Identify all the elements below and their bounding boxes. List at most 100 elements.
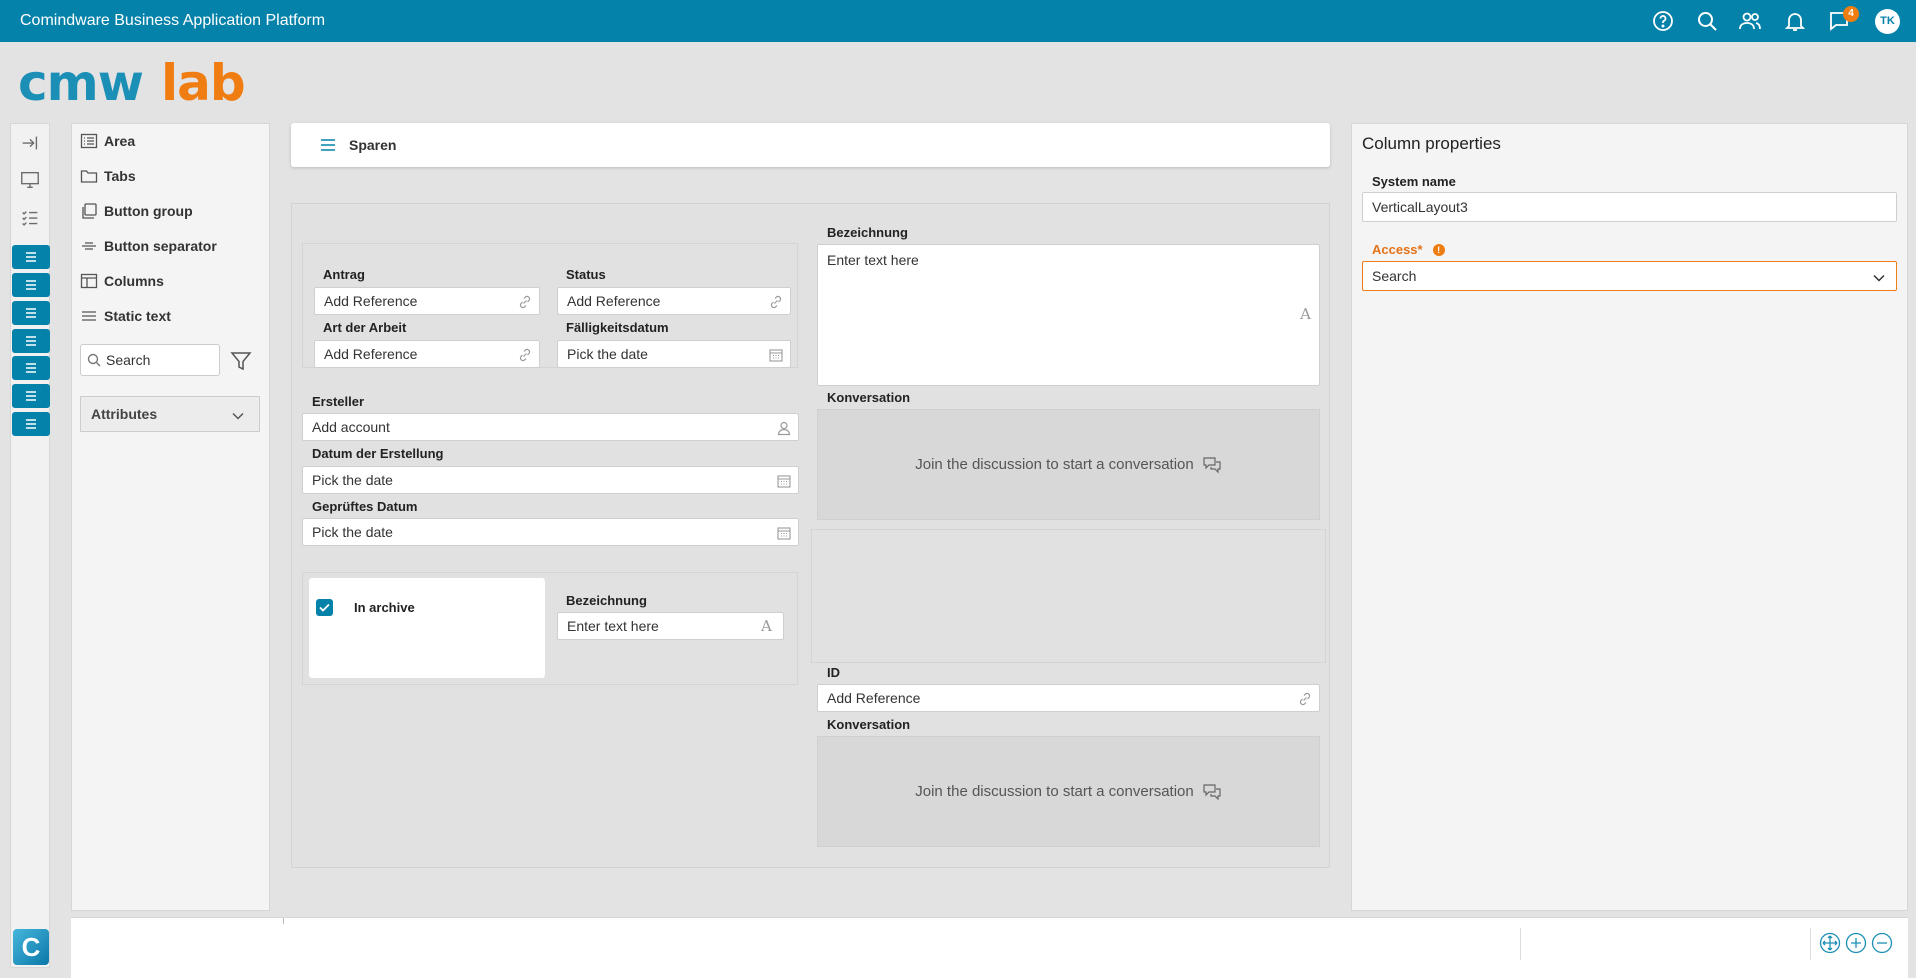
logo-lab: lab [160,54,246,112]
zoom-out-icon[interactable] [1871,932,1893,954]
users-icon[interactable] [1738,9,1762,33]
save-button[interactable]: Sparen [319,135,396,155]
conversation-panel-1[interactable]: Join the discussion to start a conversat… [817,409,1320,520]
top-bar: Comindware Business Application Platform… [0,0,1916,42]
form-canvas: Antrag Add Reference Status Add Referenc… [291,203,1330,868]
calendar-icon [776,525,792,541]
art-field[interactable]: Add Reference [314,340,540,368]
form-toolbar: Sparen [291,123,1330,167]
checklist-icon[interactable] [19,207,43,231]
conversation-1-text: Join the discussion to start a conversat… [915,456,1194,473]
palette-item-label: Button group [104,203,193,219]
copy-icon [82,203,97,219]
antrag-value: Add Reference [324,293,418,309]
chevron-down-icon [232,412,244,420]
in-archive-label: In archive [354,600,415,615]
text-a-icon: A [761,617,772,635]
bezeichnung-small-label: Bezeichnung [566,593,647,608]
palette-item-button-separator[interactable]: Button separator [80,233,217,259]
art-label: Art der Arbeit [323,320,407,335]
faellig-value: Pick the date [567,346,648,362]
bottom-bar [71,917,1908,978]
bezeichnung-large-textarea[interactable]: Enter text here A [817,244,1320,386]
conversation-panel-2[interactable]: Join the discussion to start a conversat… [817,736,1320,847]
calendar-icon [768,347,784,363]
rail-layout-button-4[interactable] [12,329,50,353]
search-icon[interactable] [1695,9,1719,33]
palette-item-area[interactable]: Area [80,128,135,154]
status-label: Status [566,267,606,282]
avatar[interactable]: TK [1875,9,1900,34]
conversation-2-text: Join the discussion to start a conversat… [915,783,1194,800]
rail-layout-button-1[interactable] [12,245,50,269]
geprueft-field[interactable]: Pick the date [302,518,799,546]
datum-erstellung-field[interactable]: Pick the date [302,466,799,494]
antrag-field[interactable]: Add Reference [314,287,540,315]
palette-search-input[interactable]: Search [80,344,220,376]
faellig-field[interactable]: Pick the date [557,340,791,368]
divider [1810,928,1811,960]
notification-badge: 4 [1843,6,1859,22]
palette-item-label: Area [104,133,136,149]
cmw-lab-logo: cmw lab [18,58,246,108]
rail-layout-button-7[interactable] [12,412,50,436]
palette-item-label: Tabs [104,168,136,184]
id-field[interactable]: Add Reference [817,684,1320,712]
left-rail: C [10,123,50,968]
palette-item-label: Button separator [104,238,217,254]
attributes-label: Attributes [91,406,158,422]
comindware-c-logo[interactable]: C [13,929,49,965]
palette-item-button-group[interactable]: Button group [80,198,193,224]
datum-erstellung-value: Pick the date [312,472,393,488]
link-icon [517,294,533,310]
rail-layout-button-6[interactable] [12,384,50,408]
folder-icon [80,170,98,183]
attributes-dropdown[interactable]: Attributes [80,396,260,432]
zoom-in-icon[interactable] [1845,932,1867,954]
antrag-label: Antrag [323,267,365,282]
ersteller-value: Add account [312,419,390,435]
separator-icon [82,242,96,250]
component-palette: Area Tabs Button group Button separator … [71,123,270,911]
rail-layout-button-5[interactable] [12,356,50,380]
empty-layout-area[interactable] [811,529,1326,663]
in-archive-checkbox[interactable] [316,599,333,616]
palette-item-columns[interactable]: Columns [80,268,164,294]
id-label: ID [827,665,840,680]
system-name-label: System name [1372,174,1456,189]
list-icon [80,133,98,149]
ersteller-label: Ersteller [312,394,365,409]
rail-layout-button-3[interactable] [12,301,50,325]
chevron-down-icon [1873,274,1885,282]
konversation1-label: Konversation [827,390,911,405]
ersteller-field[interactable]: Add account [302,413,799,441]
info-icon[interactable]: ! [1432,243,1445,256]
logo-cmw: cmw [18,54,144,112]
bezeichnung-small-field[interactable]: Enter text here A [557,612,784,640]
art-value: Add Reference [324,346,418,362]
user-icon [776,420,792,436]
datum-erstellung-label: Datum der Erstellung [312,446,444,461]
column-properties-panel: Column properties System name VerticalLa… [1351,123,1908,911]
pan-icon[interactable] [1819,932,1841,954]
bell-icon[interactable] [1783,9,1807,33]
desktop-icon[interactable] [19,169,43,193]
bezeichnung-small-value: Enter text here [567,618,659,634]
access-select[interactable]: Search [1362,261,1897,291]
status-field[interactable]: Add Reference [557,287,791,315]
filter-icon[interactable] [229,349,253,373]
rail-layout-button-2[interactable] [12,273,50,297]
palette-item-tabs[interactable]: Tabs [80,163,136,189]
link-icon [768,294,784,310]
collapse-icon[interactable] [19,132,43,156]
help-icon[interactable] [1651,9,1675,33]
bezeichnung-large-value: Enter text here [827,252,919,268]
palette-item-static-text[interactable]: Static text [80,303,171,329]
palette-item-label: Static text [104,308,171,324]
divider [283,918,284,924]
chat-bubbles-icon [1203,456,1221,473]
system-name-field[interactable]: VerticalLayout3 [1362,192,1897,222]
status-value: Add Reference [567,293,661,309]
id-value: Add Reference [827,690,921,706]
konversation2-label: Konversation [827,717,911,732]
